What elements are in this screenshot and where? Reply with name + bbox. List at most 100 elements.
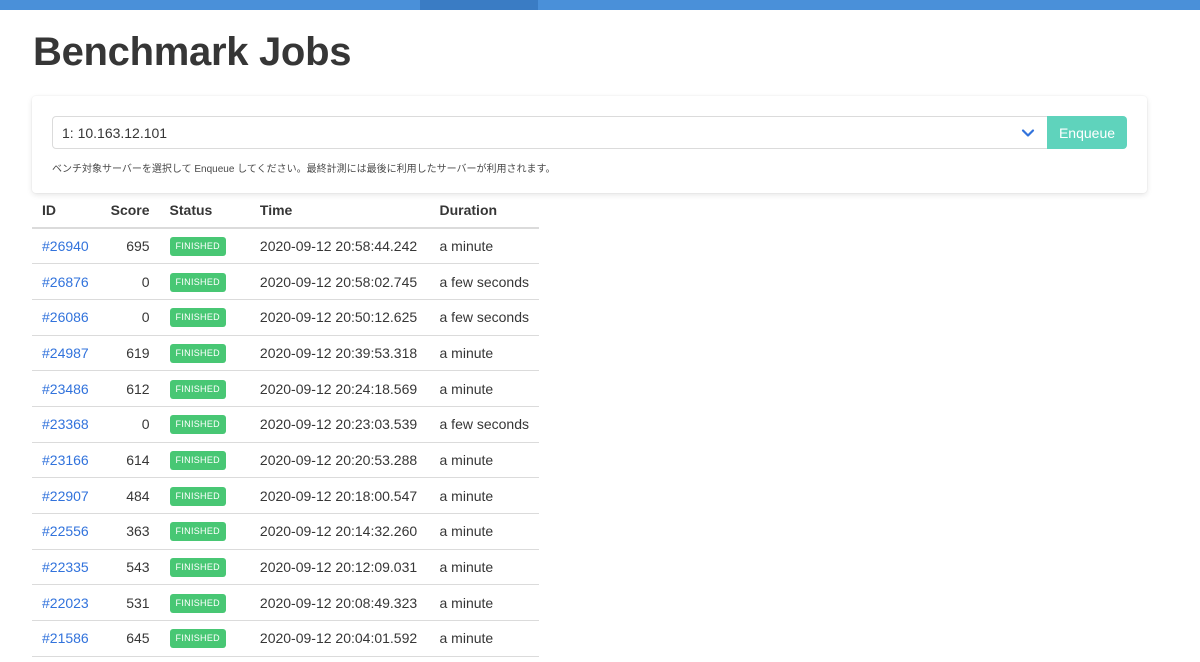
job-time: 2020-09-12 20:50:12.625 (249, 299, 430, 336)
header-duration: Duration (429, 193, 539, 229)
job-status-cell: FINISHED (159, 299, 250, 336)
status-badge: FINISHED (169, 343, 226, 363)
header-score: Score (100, 193, 160, 229)
job-id-link[interactable]: #22907 (42, 488, 89, 504)
job-id-cell: #23368 (32, 406, 101, 443)
job-id-cell: #22023 (32, 584, 101, 622)
job-score: 484 (100, 477, 160, 514)
status-badge: FINISHED (169, 237, 226, 257)
job-time: 2020-09-12 20:20:53.288 (249, 442, 430, 479)
job-id-cell: #24987 (32, 335, 101, 372)
header-time: Time (249, 193, 430, 229)
job-id-link[interactable]: #22556 (42, 523, 89, 539)
job-id-link[interactable]: #22023 (42, 595, 89, 611)
job-id-link[interactable]: #24987 (42, 345, 89, 361)
job-id-link[interactable]: #22335 (42, 559, 89, 575)
job-score: 543 (100, 549, 160, 586)
enqueue-card: 1: 10.163.12.101 Enqueue ベンチ対象サーバーを選択して … (32, 96, 1147, 193)
job-time: 2020-09-12 20:24:18.569 (249, 370, 430, 407)
job-time: 2020-09-12 20:14:32.260 (249, 513, 430, 550)
table-row: #22907 484 FINISHED 2020-09-12 20:18:00.547… (32, 477, 539, 514)
job-id-cell: #23166 (32, 442, 101, 479)
status-badge: FINISHED (169, 629, 226, 649)
job-id-cell: #22556 (32, 513, 101, 550)
server-select-value: 1: 10.163.12.101 (62, 124, 168, 141)
job-id-link[interactable]: #26086 (42, 309, 89, 325)
job-duration: a minute (429, 477, 539, 514)
job-id-cell: #22907 (32, 477, 101, 514)
job-time: 2020-09-12 20:04:01.592 (249, 620, 430, 657)
job-status-cell: FINISHED (159, 228, 250, 265)
job-status-cell: FINISHED (159, 584, 250, 622)
job-id-link[interactable]: #21586 (42, 630, 89, 646)
header-id: ID (32, 193, 101, 229)
status-badge: FINISHED (169, 415, 226, 435)
table-row: #22023 531 FINISHED 2020-09-12 20:08:49.323… (32, 584, 539, 622)
job-duration: a few seconds (429, 299, 539, 336)
navbar-active-tab[interactable] (420, 0, 538, 10)
table-row: #21586 645 FINISHED 2020-09-12 20:04:01.592… (32, 620, 539, 657)
table-row: #23166 614 FINISHED 2020-09-12 20:20:53.288… (32, 442, 539, 479)
job-status-cell: FINISHED (159, 335, 250, 372)
job-duration: a minute (429, 442, 539, 479)
job-score: 0 (100, 406, 160, 443)
job-time: 2020-09-12 20:08:49.323 (249, 584, 430, 622)
job-status-cell: FINISHED (159, 620, 250, 657)
job-status-cell: FINISHED (159, 513, 250, 550)
job-score: 531 (100, 584, 160, 622)
table-row: #23486 612 FINISHED 2020-09-12 20:24:18.569… (32, 370, 539, 407)
job-time: 2020-09-12 20:18:00.547 (249, 477, 430, 514)
top-navbar (0, 0, 1200, 10)
job-score: 645 (100, 620, 160, 657)
status-badge: FINISHED (169, 272, 226, 292)
status-badge: FINISHED (169, 379, 226, 399)
job-id-link[interactable]: #23368 (42, 416, 89, 432)
job-id-link[interactable]: #26940 (42, 238, 89, 254)
job-duration: a minute (429, 584, 539, 622)
job-id-cell: #21586 (32, 620, 101, 657)
job-score: 0 (100, 263, 160, 300)
job-status-cell: FINISHED (159, 263, 250, 300)
table-header-row: ID Score Status Time Duration (32, 193, 539, 229)
server-select[interactable]: 1: 10.163.12.101 (52, 116, 1048, 149)
job-time: 2020-09-12 20:12:09.031 (249, 549, 430, 586)
job-time: 2020-09-12 20:23:03.539 (249, 406, 430, 443)
table-row: #26086 0 FINISHED 2020-09-12 20:50:12.625 a … (32, 299, 539, 336)
job-id-cell: #26086 (32, 299, 101, 336)
job-status-cell: FINISHED (159, 477, 250, 514)
job-score: 363 (100, 513, 160, 550)
job-duration: a minute (429, 370, 539, 407)
job-duration: a minute (429, 228, 539, 265)
status-badge: FINISHED (169, 450, 226, 470)
table-row: #22335 543 FINISHED 2020-09-12 20:12:09.031… (32, 549, 539, 586)
job-duration: a minute (429, 513, 539, 550)
job-id-cell: #22335 (32, 549, 101, 586)
job-score: 695 (100, 228, 160, 265)
job-score: 614 (100, 442, 160, 479)
status-badge: FINISHED (169, 522, 226, 542)
status-badge: FINISHED (169, 308, 226, 328)
job-time: 2020-09-12 20:39:53.318 (249, 335, 430, 372)
table-row: #23368 0 FINISHED 2020-09-12 20:23:03.539 a … (32, 406, 539, 443)
job-score: 0 (100, 299, 160, 336)
job-id-link[interactable]: #26876 (42, 274, 89, 290)
job-duration: a few seconds (429, 406, 539, 443)
job-id-link[interactable]: #23166 (42, 452, 89, 468)
job-status-cell: FINISHED (159, 406, 250, 443)
page-title: Benchmark Jobs (33, 30, 352, 74)
table-row: #26940 695 FINISHED 2020-09-12 20:58:44.242… (32, 228, 539, 265)
job-score: 619 (100, 335, 160, 372)
enqueue-button[interactable]: Enqueue (1047, 116, 1127, 149)
status-badge: FINISHED (169, 593, 226, 613)
table-row: #22556 363 FINISHED 2020-09-12 20:14:32.260… (32, 513, 539, 550)
job-status-cell: FINISHED (159, 442, 250, 479)
job-id-link[interactable]: #23486 (42, 381, 89, 397)
job-duration: a minute (429, 335, 539, 372)
job-duration: a minute (429, 549, 539, 586)
table-row: #26876 0 FINISHED 2020-09-12 20:58:02.745 a … (32, 263, 539, 300)
header-status: Status (159, 193, 250, 229)
job-id-cell: #23486 (32, 370, 101, 407)
job-status-cell: FINISHED (159, 370, 250, 407)
job-duration: a minute (429, 620, 539, 657)
status-badge: FINISHED (169, 486, 226, 506)
